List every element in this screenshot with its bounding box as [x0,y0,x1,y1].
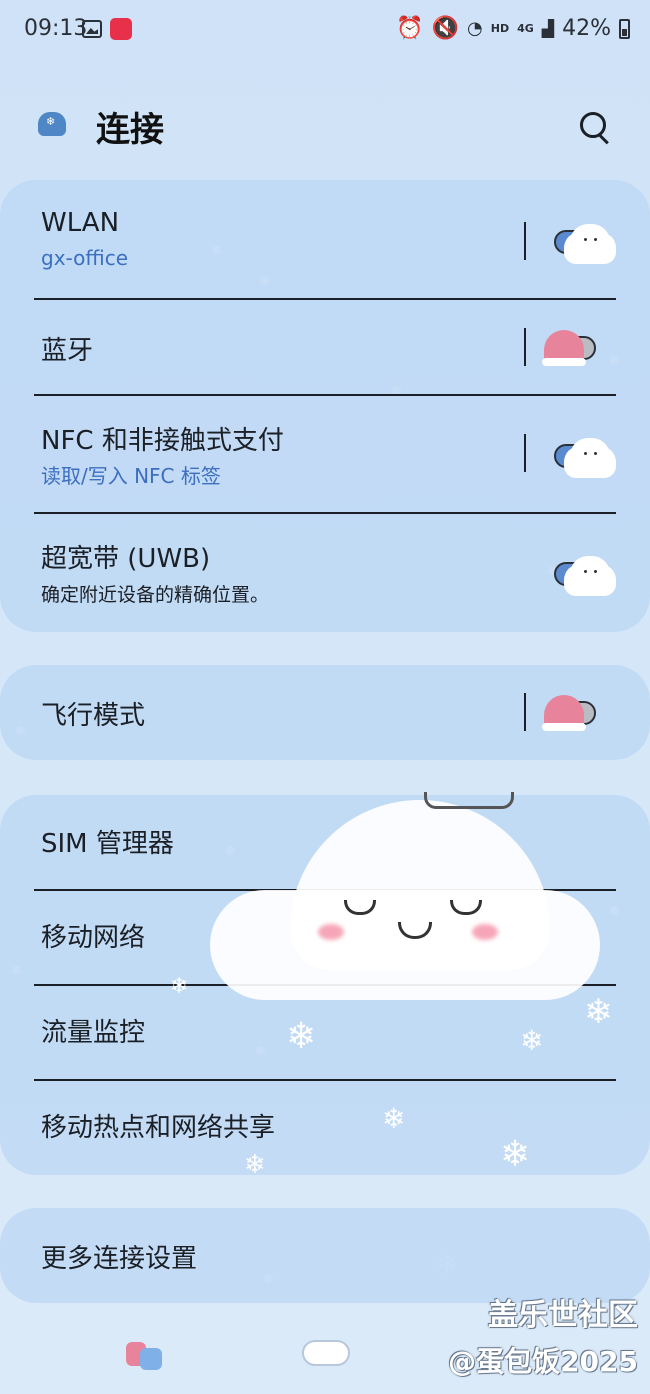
mute-icon: 🔇 [431,16,460,41]
socks-icon[interactable] [126,1336,162,1372]
uwb-row[interactable]: 超宽带 (UWB) 确定附近设备的精确位置。 [0,514,650,632]
watermark-line1: 盖乐世社区 [488,1298,638,1333]
more-settings-row[interactable]: 更多连接设置 [0,1208,650,1303]
airplane-title: 飞行模式 [41,701,146,731]
signal-icon: ▟ [541,19,555,38]
hotspot-row[interactable]: 移动热点和网络共享 [0,1081,650,1175]
airplane-card: 飞行模式 [0,665,650,760]
cloud-knob-icon [570,438,610,474]
page-title: 连接 [96,110,164,150]
airplane-toggle[interactable] [542,695,596,731]
cloud-knob-icon [570,224,610,260]
status-bar: 09:13 ⏰ 🔇 ◔ HD 4G ▟ 42% [0,0,650,60]
status-time: 09:13 [24,16,88,41]
sim-group-card: SIM 管理器 移动网络 流量监控 移动热点和网络共享 [0,795,650,1175]
airplane-row[interactable]: 飞行模式 [0,665,650,760]
bluetooth-toggle[interactable] [542,330,596,366]
bluetooth-row[interactable]: 蓝牙 [0,300,650,394]
row-separator [524,693,526,731]
search-icon-handle [598,134,609,145]
nfc-title: NFC 和非接触式支付 [41,426,284,456]
mobile-network-title: 移动网络 [41,923,146,953]
photo-icon [82,20,102,38]
watermark-line2: @蛋包饭2025 [448,1345,638,1378]
header: 连接 [0,90,650,160]
data-usage-title: 流量监控 [41,1018,146,1048]
network-type: 4G [517,22,534,35]
sim-manager-title: SIM 管理器 [41,829,174,859]
status-right-group: ⏰ 🔇 ◔ HD 4G ▟ 42% [396,16,630,41]
search-icon [580,112,606,138]
row-separator [524,328,526,366]
uwb-toggle[interactable] [554,556,610,592]
wlan-row[interactable]: WLAN gx-office [0,180,650,298]
nfc-subtitle: 读取/写入 NFC 标签 [41,464,221,488]
hd-label: HD [490,22,510,35]
battery-icon [619,18,630,39]
bluetooth-title: 蓝牙 [41,336,94,366]
mobile-network-row[interactable]: 移动网络 [0,891,650,984]
search-button[interactable] [576,108,616,148]
connections-card: WLAN gx-office 蓝牙 NFC 和非接触式支付 读取/写入 NFC … [0,180,650,632]
sim-manager-row[interactable]: SIM 管理器 [0,795,650,889]
nfc-toggle[interactable] [554,438,610,474]
wlan-title: WLAN [41,208,120,238]
more-settings-card: 更多连接设置 [0,1208,650,1303]
cloud-home-icon[interactable] [302,1340,350,1366]
cloud-knob-icon [570,556,610,592]
row-separator [524,434,526,472]
wlan-network-name: gx-office [41,246,128,270]
wlan-toggle[interactable] [554,224,610,260]
nfc-row[interactable]: NFC 和非接触式支付 读取/写入 NFC 标签 [0,396,650,512]
santa-hat-knob-icon [542,330,586,366]
mitten-theme-icon [38,112,66,136]
wifi-icon: ◔ [467,18,483,39]
santa-hat-knob-icon [542,695,586,731]
more-settings-title: 更多连接设置 [41,1244,198,1274]
uwb-subtitle: 确定附近设备的精确位置。 [41,584,270,606]
battery-percent: 42% [562,16,611,41]
uwb-title: 超宽带 (UWB) [41,544,211,574]
hotspot-title: 移动热点和网络共享 [41,1113,276,1143]
alarm-icon: ⏰ [396,16,424,41]
data-usage-row[interactable]: 流量监控 [0,986,650,1079]
xiaohongshu-app-icon [110,18,132,40]
row-separator [524,222,526,260]
